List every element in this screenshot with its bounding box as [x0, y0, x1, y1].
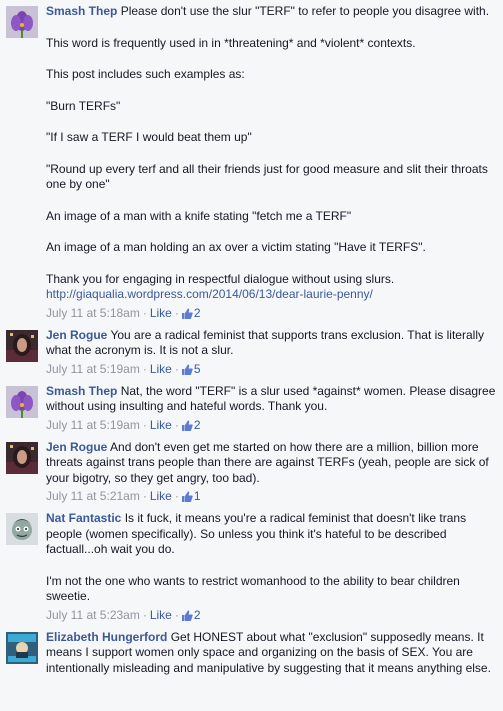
like-button[interactable]: Like [150, 608, 172, 622]
separator: · [174, 607, 179, 622]
comment-paragraph: This post includes such examples as: [46, 67, 245, 81]
thumbs-up-icon [181, 491, 193, 502]
like-button[interactable]: Like [150, 489, 172, 503]
like-count[interactable]: 5 [181, 361, 201, 376]
comment-paragraph: This word is frequently used in in *thre… [46, 35, 416, 50]
comment-author[interactable]: Jen Rogue [46, 440, 107, 454]
comment-link[interactable]: http://giaqualia.wordpress.com/2014/06/1… [46, 287, 373, 301]
comment-timestamp[interactable]: July 11 at 5:19am [46, 418, 140, 432]
comment-meta: July 11 at 5:19am · Like · 2 [46, 417, 497, 433]
comment-paragraph: "Round up every terf and all their frien… [46, 161, 488, 192]
comment-meta: July 11 at 5:23am · Like · 2 [46, 607, 497, 623]
comment-author[interactable]: Jen Rogue [46, 328, 107, 342]
like-button[interactable]: Like [150, 362, 172, 376]
comment: Elizabeth Hungerford Get HONEST about wh… [6, 630, 497, 677]
separator: · [142, 305, 147, 320]
like-count-number: 5 [193, 361, 201, 376]
separator: · [142, 489, 147, 503]
comment-paragraph: An image of a man with a knife stating "… [46, 208, 352, 223]
comment-text: Please don't use the slur "TERF" to refe… [120, 4, 490, 18]
comment-author[interactable]: Smash Thep [46, 4, 117, 18]
like-count-number: 2 [193, 305, 201, 320]
comment-text: And don't even get me started on how the… [46, 439, 489, 485]
badge-avatar-icon [6, 631, 38, 664]
person-avatar-icon [6, 329, 38, 362]
comment-thread: Smash Thep Please don't use the slur "TE… [0, 0, 503, 676]
comment-timestamp[interactable]: July 11 at 5:18am [46, 306, 140, 320]
separator: · [174, 417, 179, 432]
avatar[interactable] [6, 329, 38, 362]
thumbs-up-icon [181, 364, 193, 375]
like-count-number: 2 [193, 607, 201, 622]
thumbs-up-icon [181, 308, 193, 319]
comment-meta: July 11 at 5:19am · Like · 5 [46, 361, 497, 377]
comment-author[interactable]: Smash Thep [46, 384, 117, 398]
comment: Nat Fantastic Is it fuck, it means you'r… [6, 511, 497, 623]
like-button[interactable]: Like [150, 306, 172, 320]
like-count[interactable]: 2 [181, 607, 201, 622]
avatar[interactable] [6, 513, 38, 545]
comment-meta: July 11 at 5:21am · Like · 1 [46, 488, 497, 504]
comment: Smash Thep Nat, the word "TERF" is a slu… [6, 384, 497, 433]
like-button[interactable]: Like [150, 418, 172, 432]
comment-timestamp[interactable]: July 11 at 5:21am [46, 489, 140, 503]
person-avatar-icon [6, 441, 38, 474]
comment-timestamp[interactable]: July 11 at 5:23am [46, 608, 140, 622]
comment-paragraph: "If I saw a TERF I would beat them up" [46, 130, 252, 144]
like-count-number: 2 [193, 417, 201, 432]
like-count-number: 1 [193, 489, 201, 503]
separator: · [174, 305, 179, 320]
thumbs-up-icon [181, 420, 193, 431]
like-count[interactable]: 2 [181, 417, 201, 432]
avatar[interactable] [6, 385, 38, 418]
cartoon-face-avatar-icon [6, 513, 38, 545]
flower-avatar-icon [6, 6, 38, 38]
comment-timestamp[interactable]: July 11 at 5:19am [46, 362, 140, 376]
separator: · [174, 489, 179, 503]
separator: · [142, 607, 147, 622]
separator: · [174, 361, 179, 376]
comment-paragraph: Thank you for engaging in respectful dia… [46, 271, 395, 286]
avatar[interactable] [6, 631, 38, 664]
flower-avatar-icon [6, 385, 38, 418]
comment: Smash Thep Please don't use the slur "TE… [6, 4, 497, 321]
avatar[interactable] [6, 441, 38, 474]
separator: · [142, 361, 147, 376]
separator: · [142, 417, 147, 432]
thumbs-up-icon [181, 610, 193, 621]
avatar[interactable] [6, 6, 38, 38]
comment-paragraph: "Burn TERFs" [46, 98, 121, 113]
comment-author[interactable]: Nat Fantastic [46, 511, 121, 525]
comment-text: You are a radical feminist that supports… [46, 327, 484, 358]
comment-meta: July 11 at 5:18am · Like · 2 [46, 305, 497, 321]
comment: Jen Rogue You are a radical feminist tha… [6, 328, 497, 377]
like-count[interactable]: 2 [181, 305, 201, 320]
like-count[interactable]: 1 [181, 489, 201, 503]
comment: Jen Rogue And don't even get me started … [6, 440, 497, 505]
comment-paragraph: I'm not the one who wants to restrict wo… [46, 573, 460, 604]
comment-paragraph: An image of a man holding an ax over a v… [46, 240, 426, 254]
comment-author[interactable]: Elizabeth Hungerford [46, 630, 167, 644]
